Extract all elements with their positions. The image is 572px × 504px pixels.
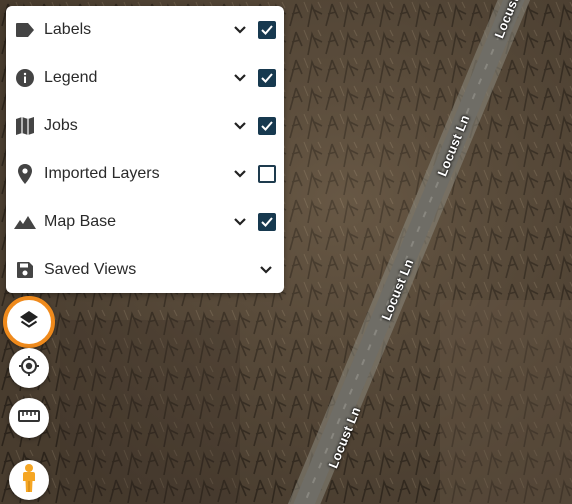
chevron-down-icon[interactable] xyxy=(230,116,250,136)
measure-button[interactable] xyxy=(9,398,49,438)
street-view-button[interactable] xyxy=(9,460,49,500)
chevron-down-icon[interactable] xyxy=(230,20,250,40)
location-pin-icon xyxy=(14,163,36,185)
labels-checkbox[interactable] xyxy=(258,21,276,39)
layer-row-saved-views[interactable]: Saved Views xyxy=(6,246,284,294)
label-tag-icon xyxy=(14,19,36,41)
layer-row-legend[interactable]: Legend xyxy=(6,54,284,102)
layer-label: Map Base xyxy=(44,213,117,230)
map-base-checkbox[interactable] xyxy=(258,213,276,231)
layer-label: Labels xyxy=(44,21,92,38)
layer-row-labels[interactable]: Labels xyxy=(6,6,284,54)
floppy-disk-icon xyxy=(14,259,36,281)
info-icon xyxy=(14,67,36,89)
layer-row-imported-layers[interactable]: Imported Layers xyxy=(6,150,284,198)
layers-panel: Labels Legend Jobs Imported Layers Map B… xyxy=(6,6,284,293)
imported-layers-checkbox[interactable] xyxy=(258,165,276,183)
map-icon xyxy=(14,115,36,137)
chevron-down-icon[interactable] xyxy=(230,212,250,232)
my-location-button[interactable] xyxy=(9,348,49,388)
pegman-icon xyxy=(20,463,38,498)
layer-label: Imported Layers xyxy=(44,165,160,182)
layer-label: Jobs xyxy=(44,117,78,134)
terrain-icon xyxy=(14,211,36,233)
layers-button[interactable] xyxy=(3,296,55,348)
chevron-down-icon[interactable] xyxy=(230,68,250,88)
layers-icon xyxy=(18,309,40,336)
layer-label: Saved Views xyxy=(44,261,137,278)
chevron-down-icon[interactable] xyxy=(230,164,250,184)
layer-row-jobs[interactable]: Jobs xyxy=(6,102,284,150)
layer-label: Legend xyxy=(44,69,98,86)
crosshair-location-icon xyxy=(18,355,40,382)
ruler-icon xyxy=(18,409,40,428)
legend-checkbox[interactable] xyxy=(258,69,276,87)
jobs-checkbox[interactable] xyxy=(258,117,276,135)
chevron-down-icon[interactable] xyxy=(256,260,276,280)
layer-row-map-base[interactable]: Map Base xyxy=(6,198,284,246)
